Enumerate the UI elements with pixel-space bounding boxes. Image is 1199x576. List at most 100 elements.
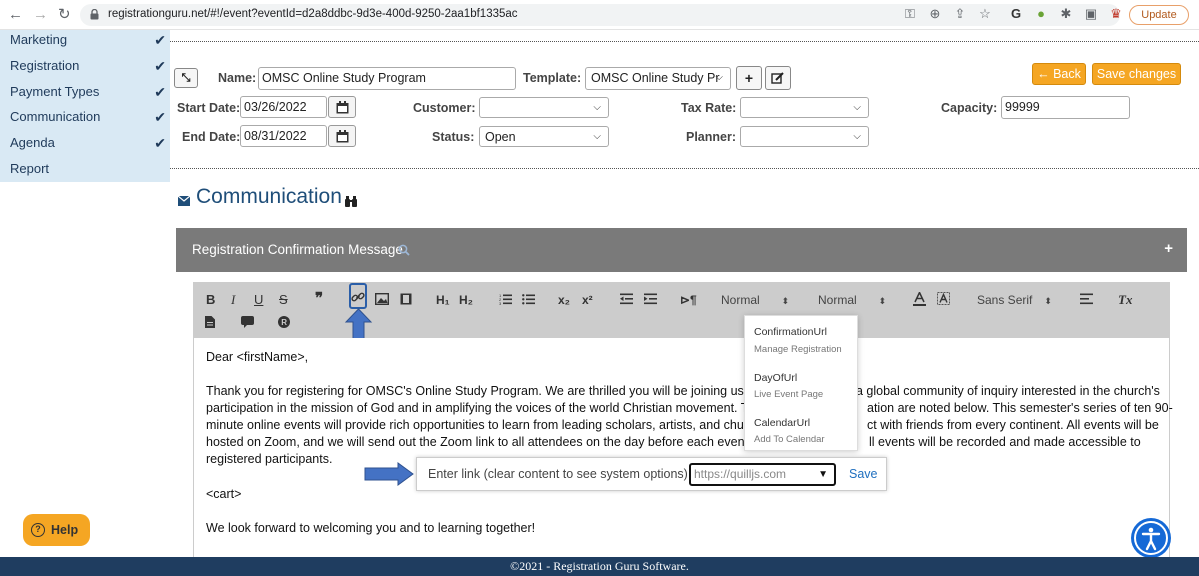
sidebar-item-registration[interactable]: Registration ✔ — [10, 56, 170, 76]
blockquote-button[interactable]: ❞ — [315, 291, 323, 306]
key-icon[interactable]: ⚿ — [902, 6, 918, 22]
outdent-icon[interactable] — [620, 293, 633, 305]
document-icon[interactable] — [205, 316, 215, 328]
add-template-button[interactable]: + — [736, 66, 762, 90]
link-save-button[interactable]: Save — [849, 467, 878, 481]
body-line: Thank you for registering for OMSC's Onl… — [206, 384, 761, 398]
sidebar-item-label: Registration — [10, 58, 80, 73]
link-button[interactable] — [349, 283, 367, 309]
status-select[interactable]: Open ⌵ — [479, 126, 609, 147]
annotation-up-arrow-icon — [344, 308, 373, 341]
chevron-down-icon: ⌵ — [853, 131, 861, 142]
reload-icon[interactable]: ↻ — [58, 6, 71, 24]
heading2-button[interactable]: H₂ — [459, 293, 473, 307]
star-icon[interactable]: ☆ — [977, 6, 993, 22]
tax-rate-select[interactable]: ⌵ — [740, 97, 869, 118]
strike-button[interactable]: S — [279, 293, 288, 307]
sidebar-item-payment-types[interactable]: Payment Types ✔ — [10, 82, 170, 102]
save-changes-button[interactable]: Save changes — [1092, 63, 1181, 85]
link-url-input[interactable]: https://quilljs.com ▼ — [689, 463, 836, 486]
extension-color-icon[interactable]: ● — [1033, 6, 1049, 22]
editor-content[interactable]: Dear <firstName>, Thank you for register… — [193, 338, 1173, 560]
option-title: DayOfUrl — [754, 372, 798, 384]
template-label: Template: — [523, 71, 582, 85]
extension-g-icon[interactable]: G — [1008, 6, 1024, 22]
back-button[interactable]: ← Back — [1032, 63, 1086, 85]
text-color-icon[interactable] — [913, 292, 926, 306]
background-color-icon[interactable] — [937, 292, 950, 305]
image-icon[interactable] — [375, 293, 389, 305]
forward-arrow-icon[interactable]: → — [33, 6, 48, 24]
edit-template-button[interactable] — [765, 66, 791, 90]
name-input[interactable]: OMSC Online Study Program — [258, 67, 516, 90]
planner-select[interactable]: ⌵ — [740, 126, 869, 147]
footer-text: ©2021 - Registration Guru Software. — [510, 559, 689, 573]
chevron-down-icon: ⌵ — [853, 102, 861, 113]
align-icon[interactable] — [1080, 293, 1093, 305]
bold-button[interactable]: B — [206, 293, 215, 307]
body-line: ll events will be recorded and made acce… — [869, 435, 1141, 449]
share-icon[interactable]: ⇪ — [952, 6, 968, 22]
sidebar-item-label: Payment Types — [10, 84, 100, 99]
sidebar-item-agenda[interactable]: Agenda ✔ — [10, 133, 170, 153]
start-date-input[interactable]: 03/26/2022 — [240, 96, 327, 118]
bullet-list-icon[interactable] — [522, 293, 535, 305]
sidepanel-icon[interactable]: ▣ — [1083, 6, 1099, 22]
profile-icon[interactable]: ♛ — [1108, 6, 1124, 22]
sidebar-item-label: Communication — [10, 109, 101, 124]
sidebar-item-report[interactable]: Report — [10, 159, 170, 179]
end-date-input[interactable]: 08/31/2022 — [240, 125, 327, 147]
lock-icon — [90, 9, 99, 20]
option-subtitle: Live Event Page — [754, 389, 824, 400]
body-line: ct with friends from every continent. Al… — [867, 418, 1159, 432]
sidebar-item-marketing[interactable]: Marketing ✔ — [10, 30, 170, 50]
binoculars-icon[interactable] — [345, 195, 357, 207]
customer-select[interactable]: ⌵ — [479, 97, 609, 118]
indent-icon[interactable] — [644, 293, 657, 305]
subscript-button[interactable]: x₂ — [558, 293, 570, 307]
accessibility-icon — [1134, 521, 1168, 555]
sidebar-item-label: Report — [10, 161, 50, 176]
svg-text:3: 3 — [499, 301, 502, 305]
comment-icon[interactable] — [241, 316, 254, 328]
check-icon: ✔ — [154, 84, 166, 100]
font-select[interactable]: Sans Serif ⬍ — [977, 293, 1052, 307]
dropdown-arrow-icon[interactable]: ▼ — [818, 465, 828, 484]
header-select-value: Normal — [818, 293, 857, 307]
panel-header[interactable]: Registration Confirmation Message + — [176, 228, 1187, 272]
template-value: OMSC Online Study Pr — [591, 71, 720, 85]
end-date-picker-button[interactable] — [328, 125, 356, 147]
video-icon[interactable] — [400, 293, 412, 305]
zoom-icon[interactable]: ⊕ — [927, 6, 943, 22]
superscript-button[interactable]: x² — [582, 293, 593, 307]
start-date-label: Start Date: — [177, 101, 241, 115]
header-select[interactable]: Normal ⬍ — [818, 293, 886, 307]
sidebar-item-communication[interactable]: Communication ✔ — [10, 107, 170, 127]
heading1-button[interactable]: H₁ — [436, 293, 450, 307]
registered-icon[interactable]: R — [278, 316, 290, 328]
panel-title: Registration Confirmation Message — [192, 242, 403, 257]
update-button[interactable]: Update — [1129, 5, 1189, 25]
start-date-picker-button[interactable] — [328, 96, 356, 118]
link-icon — [351, 292, 365, 302]
ordered-list-icon[interactable]: 123 — [499, 293, 512, 305]
capacity-label: Capacity: — [941, 101, 998, 115]
text-direction-button[interactable]: ⊳¶ — [680, 293, 697, 307]
help-button[interactable]: ? Help — [23, 514, 90, 546]
sidebar-item-label: Marketing — [10, 32, 68, 47]
clear-format-button[interactable]: Tx — [1118, 293, 1132, 307]
collapse-button[interactable]: ⤡ — [174, 68, 198, 88]
size-select[interactable]: Normal ⬍ — [721, 293, 789, 307]
puzzle-icon[interactable]: ✱ — [1058, 6, 1074, 22]
italic-button[interactable]: I — [231, 293, 235, 307]
accessibility-button[interactable] — [1131, 518, 1171, 558]
option-subtitle: Manage Registration — [754, 344, 842, 355]
underline-button[interactable]: U — [254, 293, 263, 307]
capacity-input[interactable]: 99999 — [1001, 96, 1130, 119]
template-select[interactable]: OMSC Online Study Pr ⌵ — [585, 67, 731, 90]
collapse-icon: ⤡ — [181, 72, 191, 84]
back-arrow-icon[interactable]: ← — [8, 6, 23, 24]
search-icon[interactable] — [398, 244, 410, 256]
expand-icon[interactable]: + — [1164, 240, 1173, 257]
question-icon: ? — [31, 523, 45, 537]
